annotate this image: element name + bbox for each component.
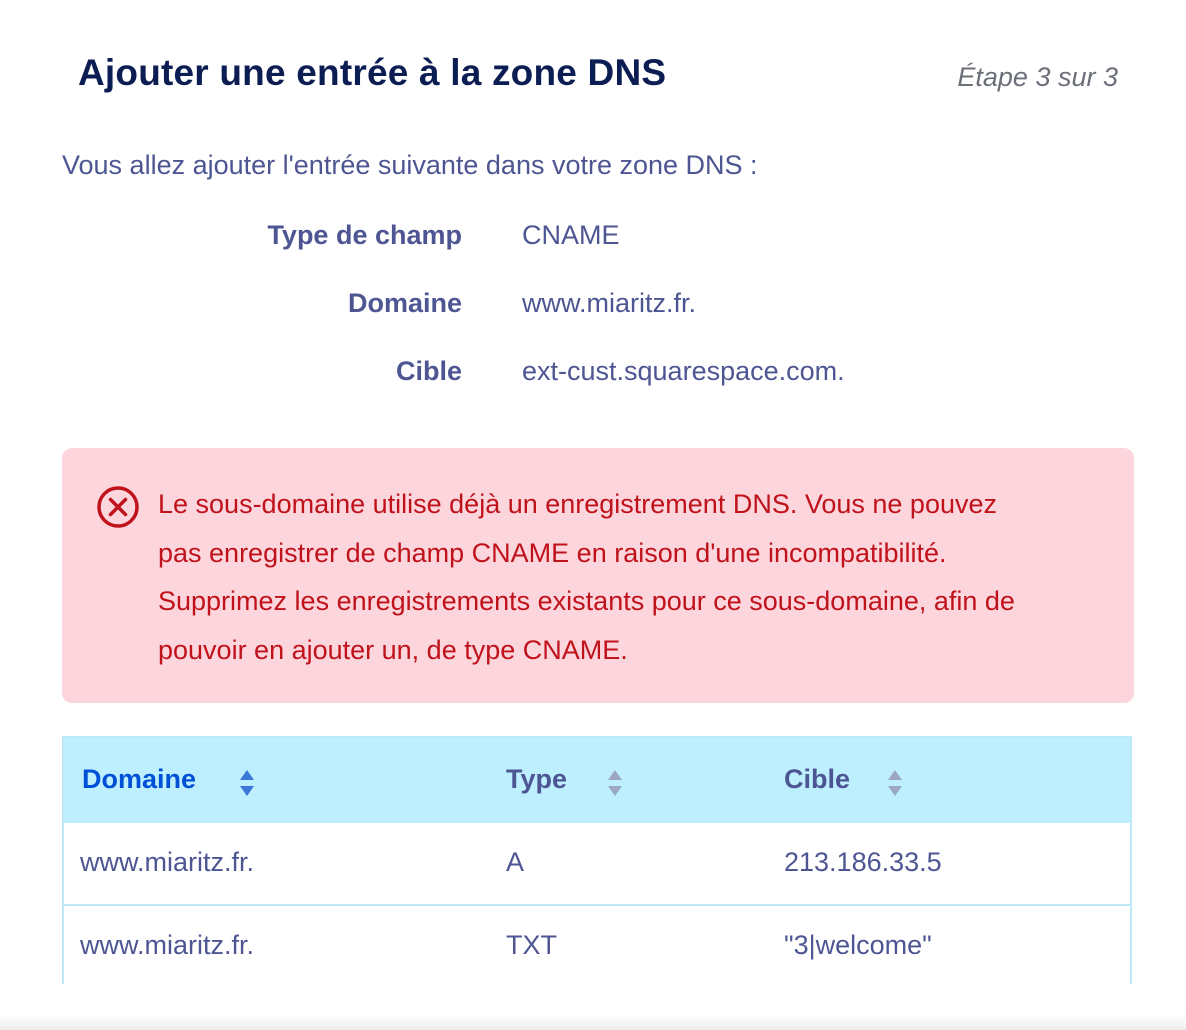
sort-icon[interactable] [240,770,254,796]
error-circle-x-icon [97,486,139,528]
sort-icon[interactable] [888,770,902,796]
table-row: www.miaritz.fr. A 213.186.33.5 [64,823,1130,904]
summary-domain-value: www.miaritz.fr. [522,288,697,318]
dns-add-entry-step: Ajouter une entrée à la zone DNS Étape 3… [0,0,1186,1030]
cell-domain: www.miaritz.fr. [80,930,255,960]
summary-domain-label: Domaine [347,288,462,318]
sort-icon[interactable] [608,770,622,796]
summary-row-domain: Domaine www.miaritz.fr. [0,288,1186,328]
bottom-edge-shadow [0,1014,1186,1030]
page-title: Ajouter une entrée à la zone DNS [78,52,667,93]
summary-type-value: CNAME [522,220,620,250]
summary-target-label: Cible [395,356,462,386]
column-header-type[interactable]: Type [506,764,567,795]
table-row: www.miaritz.fr. TXT "3|welcome" [64,904,1130,987]
step-indicator: Étape 3 sur 3 [957,62,1118,92]
summary-row-target: Cible ext-cust.squarespace.com. [0,356,1186,396]
intro-text: Vous allez ajouter l'entrée suivante dan… [62,150,758,180]
summary-row-type: Type de champ CNAME [0,220,1186,260]
cell-target: 213.186.33.5 [784,847,942,877]
error-alert: Le sous-domaine utilise déjà un enregist… [62,448,1134,703]
table-header: Domaine Type Cible [64,738,1130,823]
summary-target-value: ext-cust.squarespace.com. [522,356,845,386]
column-header-target[interactable]: Cible [784,764,850,795]
cell-type: A [506,847,525,877]
existing-records-table: Domaine Type Cible www.miaritz.fr. A 213… [62,736,1132,987]
cell-target: "3|welcome" [784,930,932,960]
column-header-domain[interactable]: Domaine [82,764,196,795]
error-message: Le sous-domaine utilise déjà un enregist… [158,489,1015,665]
cell-type: TXT [506,930,557,960]
cell-domain: www.miaritz.fr. [80,847,255,877]
summary-type-label: Type de champ [267,220,462,250]
